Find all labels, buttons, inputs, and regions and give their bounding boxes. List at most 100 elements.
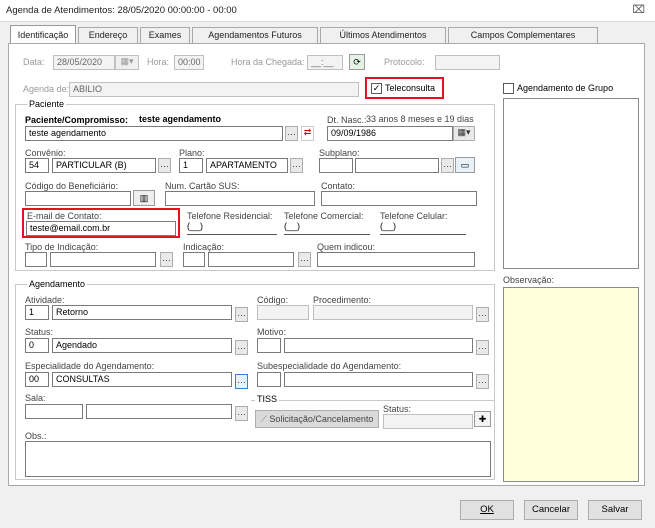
codigo-field[interactable] xyxy=(257,305,309,320)
barcode-icon[interactable]: ▥ xyxy=(133,190,155,206)
convenio-name[interactable]: PARTICULAR (B) xyxy=(52,158,156,173)
convenio-label: Convênio: xyxy=(25,148,66,158)
tel-com-field[interactable]: (__) xyxy=(284,221,370,235)
procedimento-search-button[interactable]: … xyxy=(476,307,489,322)
tipo-indicacao-code[interactable] xyxy=(25,252,47,267)
tab-agendamentos-futuros[interactable]: Agendamentos Futuros xyxy=(192,27,318,43)
protocolo-field[interactable] xyxy=(435,55,500,70)
procedimento-field[interactable] xyxy=(313,305,473,320)
tab-exames[interactable]: Exames xyxy=(140,27,190,43)
tel-cel-field[interactable]: (__) xyxy=(380,221,466,235)
paciente-search-button[interactable]: … xyxy=(285,126,298,141)
indicacao-search-button[interactable]: … xyxy=(298,252,311,267)
procedimento-label: Procedimento: xyxy=(313,295,372,305)
ok-button[interactable]: OK xyxy=(460,500,514,520)
subesp-search-button[interactable]: … xyxy=(476,374,489,389)
tiss-status-label: Status: xyxy=(383,404,412,414)
motivo-name[interactable] xyxy=(284,338,473,353)
especialidade-search-button[interactable]: … xyxy=(235,374,248,389)
convenio-code[interactable]: 54 xyxy=(25,158,49,173)
plano-search-button[interactable]: … xyxy=(290,158,303,173)
sala-search-button[interactable]: … xyxy=(235,406,248,421)
email-label: E-mail de Contato: xyxy=(27,211,102,221)
tab-endereco[interactable]: Endereço xyxy=(78,27,138,43)
indicacao-name[interactable] xyxy=(208,252,294,267)
subplano-search-button[interactable]: … xyxy=(441,158,454,173)
close-icon[interactable]: ⌧ xyxy=(632,3,645,16)
motivo-code[interactable] xyxy=(257,338,281,353)
especialidade-code[interactable]: 00 xyxy=(25,372,49,387)
tipo-indicacao-search-button[interactable]: … xyxy=(160,252,173,267)
motivo-label: Motivo: xyxy=(257,327,287,337)
quem-field[interactable] xyxy=(317,252,475,267)
tel-res-field[interactable]: (__) xyxy=(187,221,277,235)
subplano-name[interactable] xyxy=(355,158,439,173)
identificacao-panel: Data: 28/05/2020 ▦▾ Hora: 00:00 Hora da … xyxy=(8,43,645,486)
atividade-search-button[interactable]: … xyxy=(235,307,248,322)
cancel-button[interactable]: Cancelar xyxy=(524,500,578,520)
clock-icon[interactable]: ⟳ xyxy=(349,54,365,70)
beneficiario-field[interactable] xyxy=(25,191,131,206)
sus-field[interactable] xyxy=(165,191,315,206)
atividade-code[interactable]: 1 xyxy=(25,305,49,320)
obs-label: Obs.: xyxy=(25,431,47,441)
grupo-list[interactable] xyxy=(503,98,639,269)
chegada-field[interactable]: __:__ xyxy=(307,55,343,70)
contato-label: Contato: xyxy=(321,181,356,191)
hora-field[interactable]: 00:00 xyxy=(174,55,204,70)
tiss-request-button[interactable]: ⟋ Solicitação/Cancelamento xyxy=(255,410,379,428)
agenda-field[interactable]: ABILIO xyxy=(69,82,359,97)
tab-identificacao[interactable]: Identificação xyxy=(10,25,76,43)
contato-field[interactable] xyxy=(321,191,477,206)
plano-name[interactable]: APARTAMENTO xyxy=(206,158,288,173)
plano-code[interactable]: 1 xyxy=(179,158,203,173)
save-button-label: Salvar xyxy=(601,504,629,515)
tab-campos-complementares[interactable]: Campos Complementares xyxy=(448,27,598,43)
teleconsulta-checkbox[interactable]: ✓ xyxy=(371,83,382,94)
status-name[interactable]: Agendado xyxy=(52,338,232,353)
grupo-checkbox[interactable] xyxy=(503,83,514,94)
convenio-search-button[interactable]: … xyxy=(158,158,171,173)
calendar-icon[interactable]: ▦▾ xyxy=(115,55,139,70)
teleconsulta-highlight: ✓ Teleconsulta xyxy=(365,77,444,99)
paciente-field[interactable]: teste agendamento xyxy=(25,126,283,141)
beneficiario-label: Código do Beneficiário: xyxy=(25,181,119,191)
grupo-label: Agendamento de Grupo xyxy=(517,83,614,93)
subesp-code[interactable] xyxy=(257,372,281,387)
obs-textarea[interactable] xyxy=(25,441,491,477)
sala-code[interactable] xyxy=(25,404,83,419)
indicacao-code[interactable] xyxy=(183,252,205,267)
data-field[interactable]: 28/05/2020 xyxy=(53,55,115,70)
tab-ultimos-atendimentos[interactable]: Últimos Atendimentos xyxy=(320,27,446,43)
atividade-label: Atividade: xyxy=(25,295,65,305)
card-icon[interactable]: ▭ xyxy=(455,157,475,173)
atividade-name[interactable]: Retorno xyxy=(52,305,232,320)
agenda-label: Agenda de: xyxy=(23,84,70,94)
tiss-status-field[interactable] xyxy=(383,414,473,429)
especialidade-label: Especialidade do Agendamento: xyxy=(25,361,155,371)
teleconsulta-label: Teleconsulta xyxy=(385,83,436,93)
subesp-name[interactable] xyxy=(284,372,473,387)
motivo-search-button[interactable]: … xyxy=(476,340,489,355)
hora-label: Hora: xyxy=(147,57,170,67)
observacao-textarea[interactable] xyxy=(503,287,639,482)
paciente-group-title: Paciente xyxy=(27,99,67,109)
status-code[interactable]: 0 xyxy=(25,338,49,353)
paciente-label: Paciente/Compromisso: xyxy=(25,115,129,125)
email-field[interactable]: teste@email.com.br xyxy=(26,221,176,236)
indicacao-label: Indicação: xyxy=(183,242,225,252)
swap-icon[interactable]: ⇄ xyxy=(301,126,314,141)
tel-com-label: Telefone Comercial: xyxy=(284,211,364,221)
tipo-indicacao-name[interactable] xyxy=(50,252,156,267)
title-bar: Agenda de Atendimentos: 28/05/2020 00:00… xyxy=(0,0,655,22)
tel-cel-label: Telefone Celular: xyxy=(380,211,448,221)
nasc-field[interactable]: 09/09/1986 xyxy=(327,126,453,141)
especialidade-name[interactable]: CONSULTAS xyxy=(52,372,232,387)
subplano-code[interactable] xyxy=(319,158,353,173)
tab-bar: Identificação Endereço Exames Agendament… xyxy=(8,25,648,43)
save-button[interactable]: Salvar xyxy=(588,500,642,520)
status-search-button[interactable]: … xyxy=(235,340,248,355)
nasc-calendar-icon[interactable]: ▦▾ xyxy=(453,126,475,141)
sala-name[interactable] xyxy=(86,404,232,419)
tiss-add-icon[interactable]: ✚ xyxy=(474,411,491,427)
